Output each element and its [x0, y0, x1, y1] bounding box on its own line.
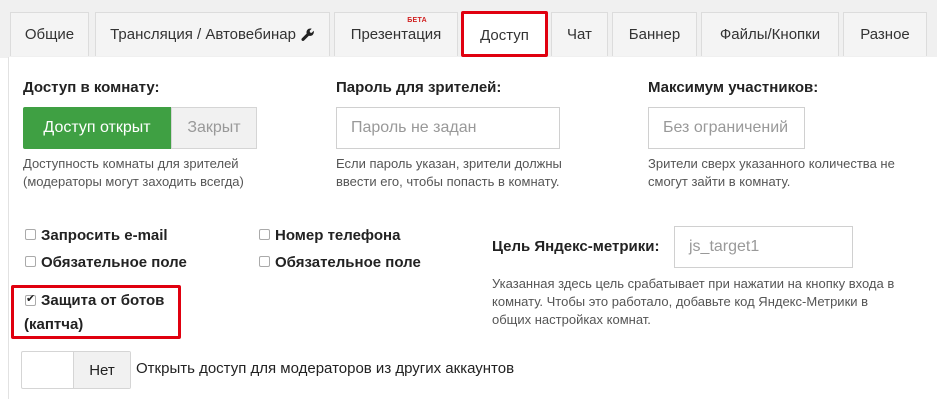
tab-label: Доступ [480, 27, 529, 44]
yandex-goal-label: Цель Яндекс-метрики: [492, 238, 660, 255]
password-heading: Пароль для зрителей: [336, 79, 502, 96]
tab-chat[interactable]: Чат [551, 12, 608, 56]
tab-label: Трансляция / Автовебинар [110, 26, 296, 43]
email-required-checkbox[interactable] [25, 256, 36, 267]
tab-label: Чат [567, 26, 592, 43]
access-description-line: Доступность комнаты для зрителей [23, 156, 239, 171]
request-email-label: Запросить e-mail [41, 227, 168, 244]
access-closed-button[interactable]: Закрыт [171, 107, 257, 149]
tab-general[interactable]: Общие [10, 12, 89, 56]
tab-banner[interactable]: Баннер [612, 12, 697, 56]
tab-label: Разное [860, 26, 910, 43]
yandex-goal-description: Указанная здесь цель срабатывает при наж… [492, 275, 894, 329]
yandex-description-line: Указанная здесь цель срабатывает при наж… [492, 276, 895, 291]
tab-broadcast[interactable]: Трансляция / Автовебинар [95, 12, 330, 56]
request-email-checkbox[interactable] [25, 229, 36, 240]
beta-badge: БЕТА [407, 17, 427, 24]
access-open-button[interactable]: Доступ открыт [23, 107, 171, 149]
tab-presentation[interactable]: Презентация БЕТА [334, 12, 458, 56]
captcha-label-secondary: (каптча) [24, 316, 84, 333]
tab-access[interactable]: Доступ [463, 12, 546, 58]
password-input[interactable]: Пароль не задан [336, 107, 560, 149]
tab-bar: Общие Трансляция / Автовебинар Презентац… [0, 0, 937, 58]
moderators-access-text: Открыть доступ для модераторов из других… [136, 360, 515, 377]
tab-label: Общие [24, 26, 75, 43]
phone-label: Номер телефона [275, 227, 401, 244]
access-description: Доступность комнаты для зрителей (модера… [23, 155, 244, 191]
max-participants-heading: Максимум участников: [648, 79, 819, 96]
access-description-line: (модераторы могут заходить всегда) [23, 174, 244, 189]
tab-label: Презентация [350, 26, 442, 43]
toggle-state-label: Нет [73, 352, 130, 388]
tab-label: Баннер [628, 26, 681, 43]
captcha-label: Защита от ботов [41, 292, 165, 309]
tab-files-buttons[interactable]: Файлы/Кнопки [701, 12, 839, 56]
yandex-description-line: общих настройках комнат. [492, 312, 651, 327]
yandex-goal-input[interactable]: js_target1 [674, 226, 853, 268]
phone-required-checkbox[interactable] [259, 256, 270, 267]
captcha-checkbox[interactable] [25, 292, 36, 306]
password-description-line: Если пароль указан, зрители должны [336, 156, 562, 171]
email-required-label: Обязательное поле [41, 254, 187, 271]
moderators-access-toggle[interactable]: Нет [21, 351, 131, 389]
password-description-line: ввести его, чтобы попасть в комнату. [336, 174, 560, 189]
password-description: Если пароль указан, зрители должны ввест… [336, 155, 562, 191]
wrench-icon [301, 28, 314, 41]
phone-checkbox[interactable] [259, 229, 270, 240]
yandex-description-line: комнату. Чтобы это работало, добавьте ко… [492, 294, 869, 309]
access-heading: Доступ в комнату: [23, 79, 160, 96]
max-participants-input[interactable]: Без ограничений [648, 107, 805, 149]
tab-label: Файлы/Кнопки [719, 26, 821, 43]
max-participants-description: Зрители сверх указанного количества не с… [648, 155, 895, 191]
tab-misc[interactable]: Разное [843, 12, 927, 56]
max-participants-description-line: Зрители сверх указанного количества не [648, 156, 895, 171]
phone-required-label: Обязательное поле [275, 254, 421, 271]
max-participants-description-line: смогут зайти в комнату. [648, 174, 791, 189]
